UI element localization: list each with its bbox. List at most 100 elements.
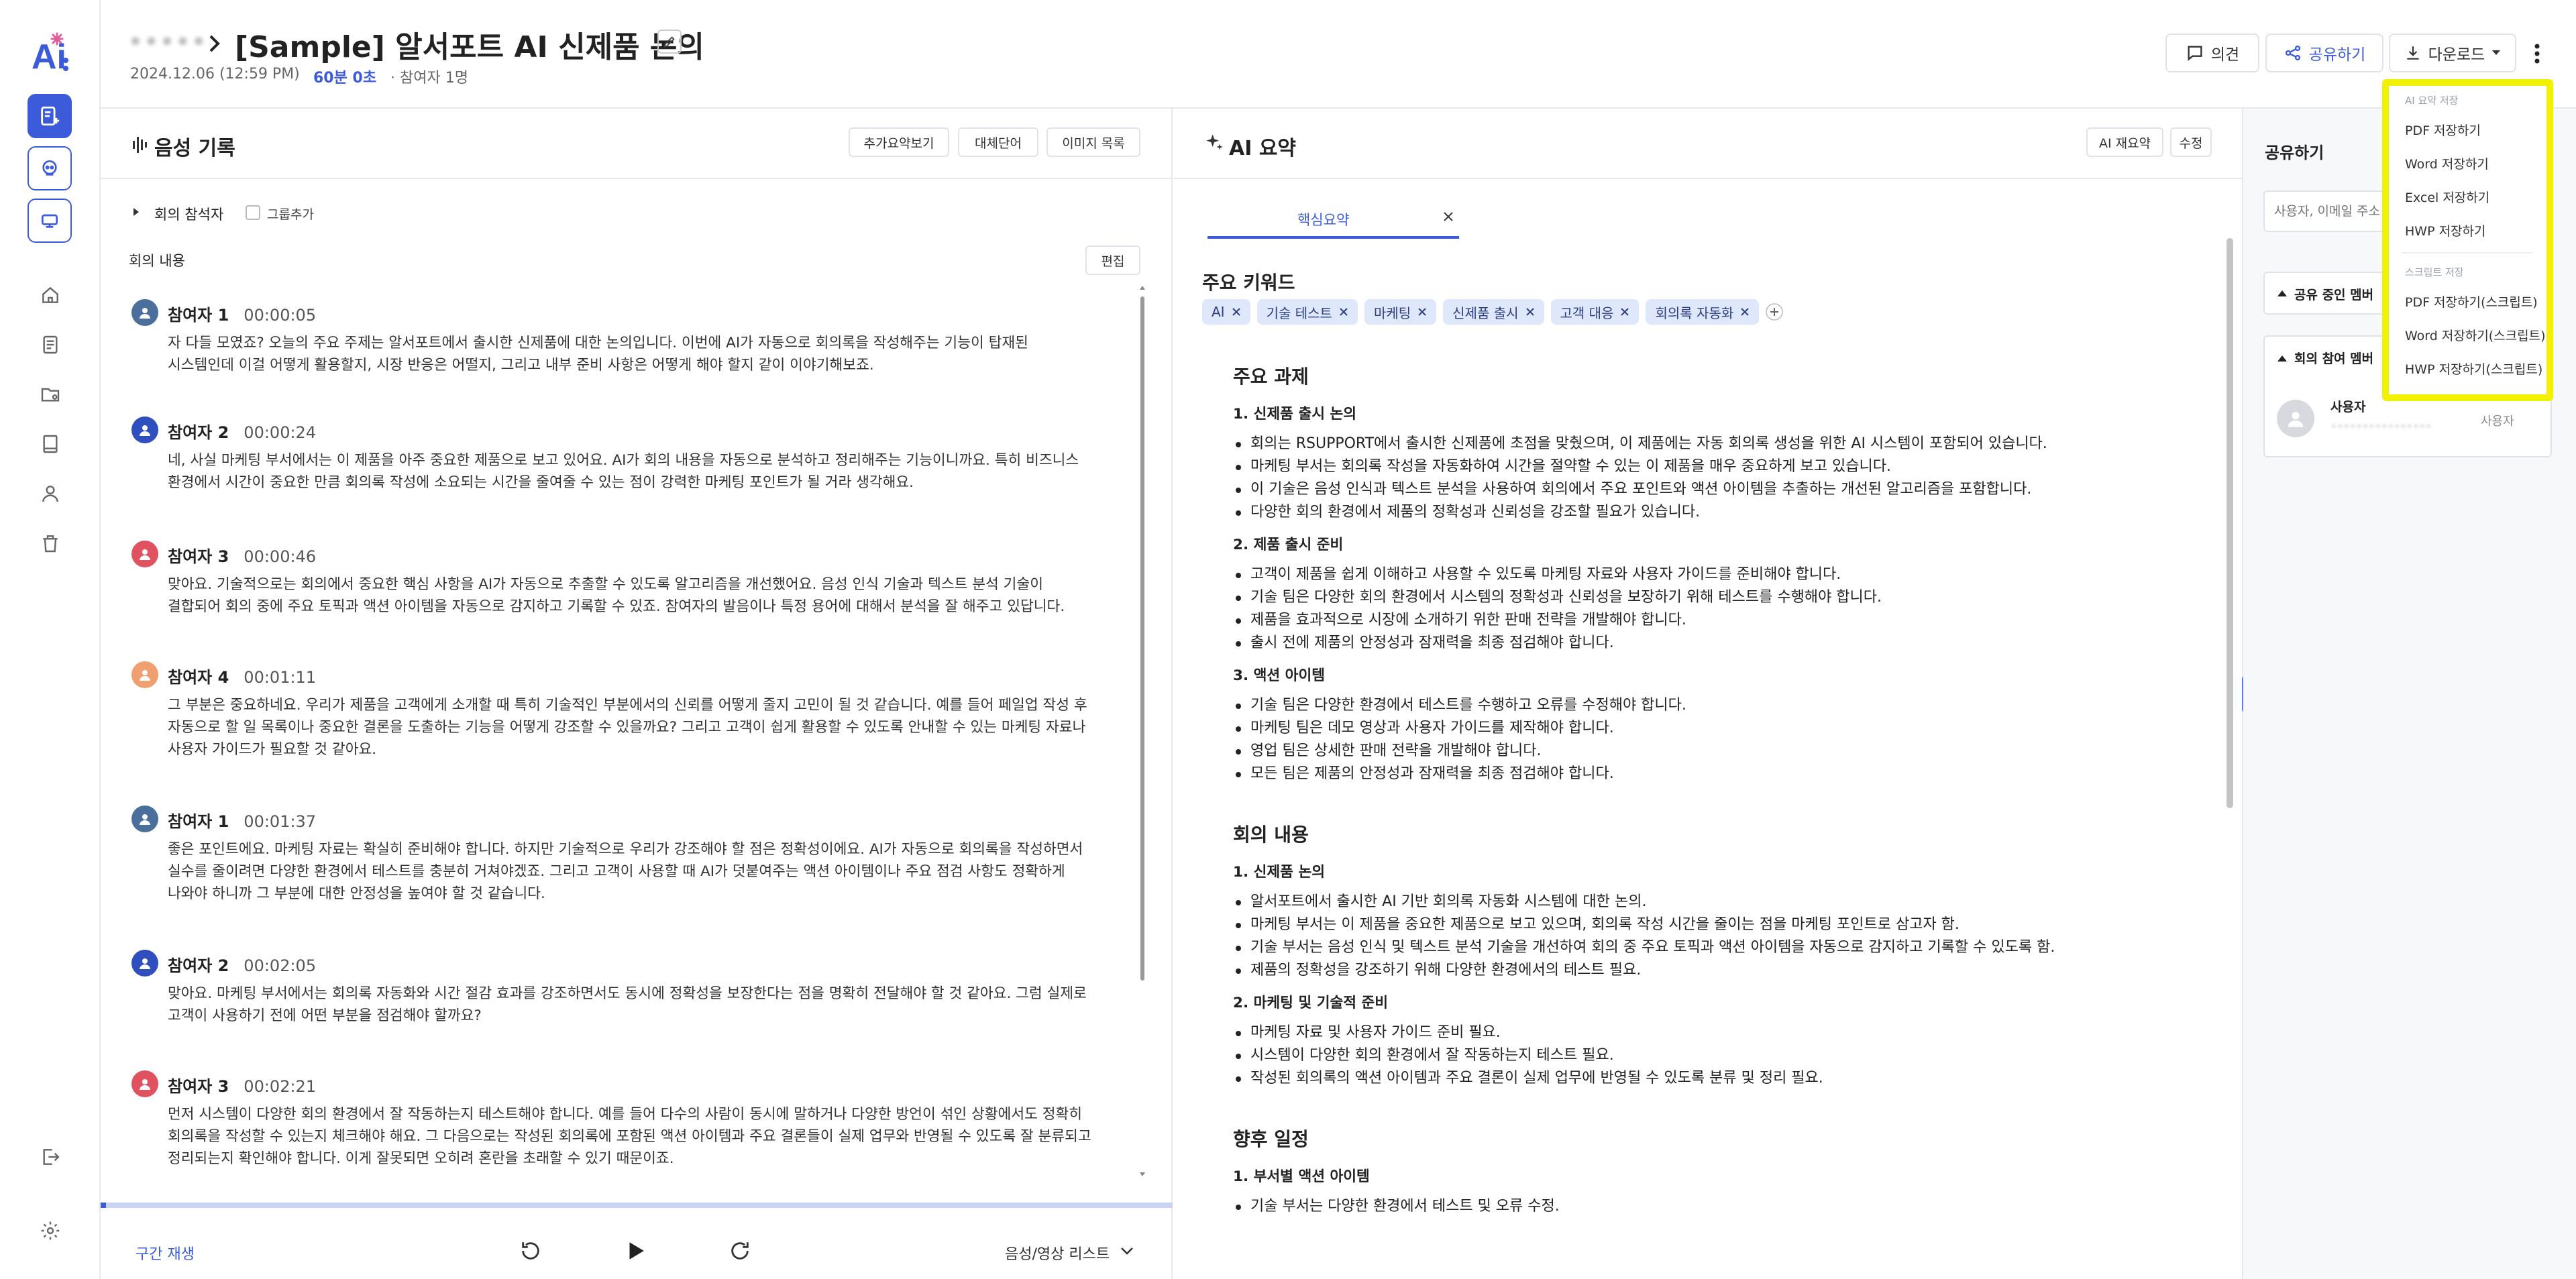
transcript-text: 먼저 시스템이 다양한 회의 환경에서 잘 작동하는지 테스트해야 합니다. 예… xyxy=(168,1106,1091,1167)
add-keyword-icon[interactable] xyxy=(1766,303,1783,321)
attendees-label[interactable]: 회의 참석자 xyxy=(154,204,223,224)
timestamp[interactable]: 00:02:21 xyxy=(244,1077,316,1096)
alt-words-button[interactable]: 대체단어 xyxy=(958,127,1038,157)
remove-keyword-icon[interactable] xyxy=(1417,307,1427,317)
timestamp[interactable]: 00:01:37 xyxy=(244,812,316,831)
summary-item: 회의는 RSUPPORT에서 출시한 신제품에 초점을 맞췄으며, 이 제품에는… xyxy=(1233,433,2172,455)
chevron-down-icon[interactable] xyxy=(1120,1246,1134,1256)
timestamp[interactable]: 00:00:05 xyxy=(244,306,316,325)
logout-icon[interactable] xyxy=(37,1144,64,1170)
summary-item: 기술 부서는 음성 인식 및 텍스트 분석 기술을 개선하여 회의 중 주요 토… xyxy=(1233,936,2172,959)
page-title: [Sample] 알서포트 AI 신제품 논의 xyxy=(235,30,704,64)
trash-icon[interactable] xyxy=(37,530,64,557)
keyword-list: AI 기술 테스트 마케팅 신제품 출시 고객 대응 회의록 자동화 xyxy=(1202,299,1783,325)
keyword-label: 신제품 출시 xyxy=(1452,304,1519,321)
ai-resummary-button[interactable]: AI 재요약 xyxy=(2086,127,2163,157)
keyword-chip[interactable]: 신제품 출시 xyxy=(1443,299,1544,325)
play-icon[interactable] xyxy=(624,1239,647,1262)
sync-icon[interactable] xyxy=(28,199,72,243)
forward-icon[interactable] xyxy=(729,1239,751,1262)
document-icon[interactable] xyxy=(37,331,64,358)
dropdown-item[interactable]: Excel 저장하기 xyxy=(2389,180,2546,213)
summary-item: 기술 부서는 다양한 환경에서 테스트 및 오류 수정. xyxy=(1233,1195,2172,1218)
dropdown-item[interactable]: PDF 저장하기 xyxy=(2389,113,2546,146)
home-icon[interactable] xyxy=(37,282,64,309)
download-button[interactable]: 다운로드 xyxy=(2389,34,2516,72)
ai-logo[interactable]: Ai xyxy=(29,27,73,75)
transcript-entry[interactable]: 참여자 1 00:01:37 좋은 포인트에요. 마케팅 자료는 확실히 준비해야 … xyxy=(168,808,1134,905)
dropdown-item[interactable]: PDF 저장하기(스크립트) xyxy=(2389,284,2546,318)
remove-keyword-icon[interactable] xyxy=(1232,307,1241,317)
download-icon xyxy=(2407,46,2419,60)
keyword-label: 고객 대응 xyxy=(1560,304,1614,321)
timestamp[interactable]: 00:02:05 xyxy=(244,956,316,975)
remove-keyword-icon[interactable] xyxy=(1525,307,1535,317)
transcript-entry[interactable]: 참여자 3 00:00:46 맞아요. 기술적으로는 회의에서 중요한 핵심 사항을… xyxy=(168,543,1134,618)
close-tab-icon[interactable] xyxy=(1442,211,1454,223)
robot-icon[interactable] xyxy=(28,146,72,190)
summary-edit-button[interactable]: 수정 xyxy=(2170,127,2212,157)
keyword-label: AI xyxy=(1212,304,1225,320)
tab-key-summary[interactable]: 핵심요약 xyxy=(1208,203,1459,239)
avatar xyxy=(2277,400,2314,437)
new-note-icon[interactable] xyxy=(28,94,72,138)
more-menu-icon[interactable] xyxy=(2524,38,2551,70)
dropdown-item[interactable]: Word 저장하기(스크립트) xyxy=(2389,318,2546,351)
speaker-name: 참여자 2 xyxy=(168,956,229,975)
group-add-checkbox[interactable] xyxy=(246,205,260,220)
remove-keyword-icon[interactable] xyxy=(1339,307,1348,317)
avatar xyxy=(131,541,158,567)
dropdown-divider xyxy=(2402,252,2533,254)
rewind-icon[interactable] xyxy=(519,1239,542,1262)
remove-keyword-icon[interactable] xyxy=(1740,307,1750,317)
breadcrumb-parent[interactable]: ••••• xyxy=(127,27,207,58)
summary-subheading: 1. 부서별 액션 아이템 xyxy=(1233,1168,1370,1185)
chevron-right-icon xyxy=(205,27,225,60)
summary-scrollbar[interactable] xyxy=(2226,238,2233,808)
extra-summary-button[interactable]: 추가요약보기 xyxy=(849,127,949,157)
remove-keyword-icon[interactable] xyxy=(1620,307,1629,317)
transcript-entry[interactable]: 참여자 4 00:01:11 그 부분은 중요하네요. 우리가 제품을 고객에게 소… xyxy=(168,664,1134,761)
transcript-scrollbar[interactable] xyxy=(1138,283,1146,1182)
transcript-entry[interactable]: 참여자 1 00:00:05 자 다들 모였죠? 오늘의 주요 주제는 알서포트에서… xyxy=(168,302,1134,376)
user-icon[interactable] xyxy=(37,480,64,507)
summary-heading: 회의 내용 xyxy=(1233,824,1309,846)
transcript-text: 그 부분은 중요하네요. 우리가 제품을 고객에게 소개할 때 특히 기술적인 … xyxy=(168,697,1087,758)
meeting-date: 2024.12.06 (12:59 PM) xyxy=(130,66,300,82)
keyword-label: 회의록 자동화 xyxy=(1655,304,1734,321)
gear-icon[interactable] xyxy=(37,1217,64,1244)
caret-right-icon[interactable] xyxy=(131,207,141,217)
timestamp[interactable]: 00:00:46 xyxy=(244,547,316,566)
dropdown-item[interactable]: HWP 저장하기(스크립트) xyxy=(2389,351,2546,385)
edit-title-icon[interactable] xyxy=(657,30,682,54)
member-email: •••••••••••••••• xyxy=(2330,420,2432,433)
media-list-dropdown[interactable]: 음성/영상 리스트 xyxy=(1005,1242,1110,1264)
header: ••••• [Sample] 알서포트 AI 신제품 논의 2024.12.06… xyxy=(101,0,2576,109)
folder-icon[interactable] xyxy=(37,381,64,408)
summary-item: 이 기술은 음성 인식과 텍스트 분석을 사용하여 회의에서 주요 포인트와 액… xyxy=(1233,478,2172,501)
keyword-label: 기술 테스트 xyxy=(1266,304,1332,321)
transcript-entry[interactable]: 참여자 2 00:02:05 맞아요. 마케팅 부서에서는 회의록 자동화와 시간 … xyxy=(168,952,1134,1027)
summary-subheading: 1. 신제품 논의 xyxy=(1233,864,1325,881)
keyword-chip[interactable]: 기술 테스트 xyxy=(1256,299,1358,325)
transcript-entry[interactable]: 참여자 3 00:02:21 먼저 시스템이 다양한 회의 환경에서 잘 작동하는지… xyxy=(168,1073,1134,1170)
keyword-chip[interactable]: 고객 대응 xyxy=(1550,299,1640,325)
comment-button[interactable]: 의견 xyxy=(2165,34,2259,72)
transcript-entry[interactable]: 참여자 2 00:00:24 네, 사실 마케팅 부서에서는 이 제품을 아주 중요… xyxy=(168,419,1134,494)
book-icon[interactable] xyxy=(37,431,64,457)
summary-subheading: 2. 마케팅 및 기술적 준비 xyxy=(1233,995,1389,1011)
timestamp[interactable]: 00:01:11 xyxy=(244,668,316,687)
summary-item: 시스템이 다양한 회의 환경에서 잘 작동하는지 테스트 필요. xyxy=(1233,1044,2172,1067)
summary-item: 모든 팀은 제품의 안정성과 잠재력을 최종 점검해야 합니다. xyxy=(1233,763,2172,785)
timestamp[interactable]: 00:00:24 xyxy=(244,423,316,442)
keyword-chip[interactable]: AI xyxy=(1202,299,1250,325)
edit-button[interactable]: 편집 xyxy=(1085,245,1140,275)
keyword-chip[interactable]: 마케팅 xyxy=(1364,299,1437,325)
playback-progress[interactable] xyxy=(101,1203,1173,1208)
dropdown-item[interactable]: HWP 저장하기 xyxy=(2389,213,2546,247)
share-button[interactable]: 공유하기 xyxy=(2265,34,2383,72)
keyword-chip[interactable]: 회의록 자동화 xyxy=(1646,299,1760,325)
image-list-button[interactable]: 이미지 목록 xyxy=(1046,127,1140,157)
section-play-button[interactable]: 구간 재생 xyxy=(136,1242,195,1264)
dropdown-item[interactable]: Word 저장하기 xyxy=(2389,146,2546,180)
